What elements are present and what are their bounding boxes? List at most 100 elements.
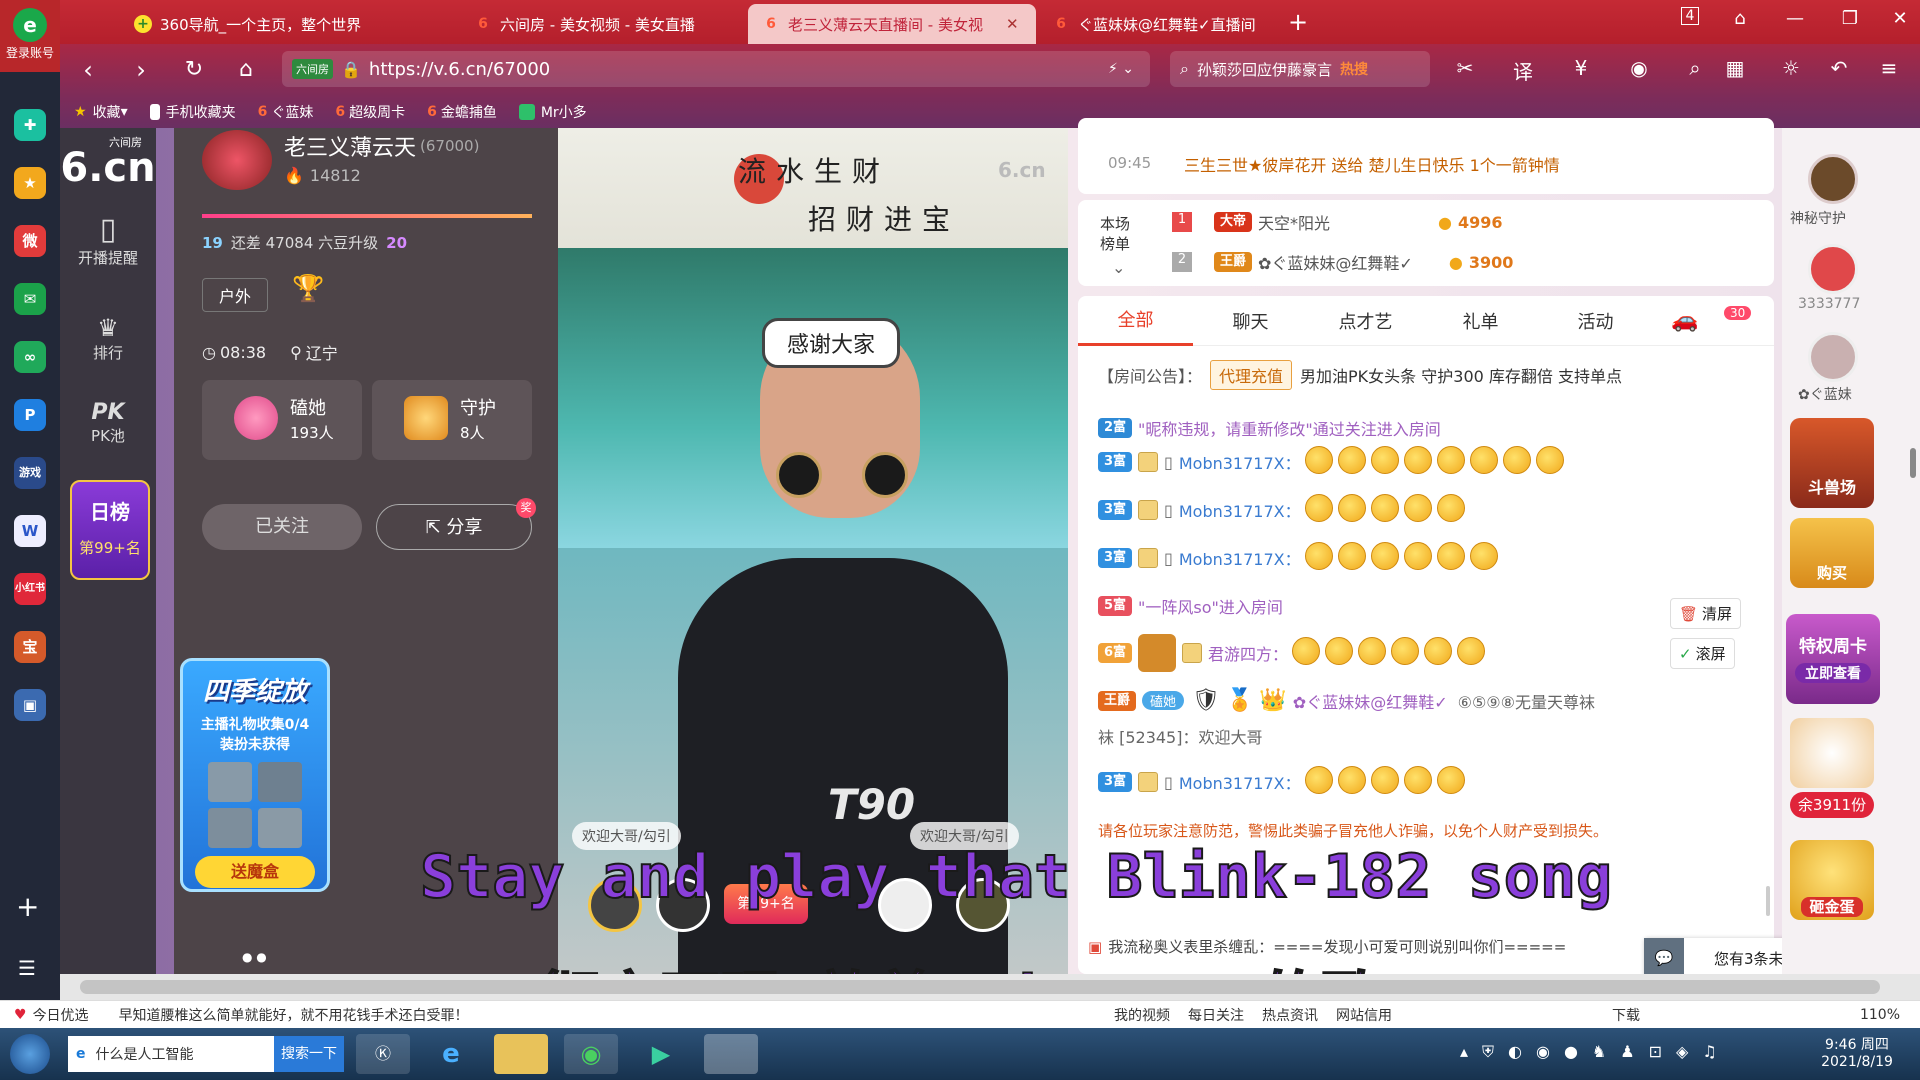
guard-avatar[interactable] (1808, 154, 1858, 204)
tab-talent[interactable]: 点才艺 (1308, 308, 1423, 334)
app-link-icon[interactable]: ∞ (0, 328, 60, 386)
refresh-icon[interactable]: ↻ (178, 54, 210, 86)
undo-icon[interactable]: ↶ (1824, 56, 1854, 80)
lucky-cat-icon[interactable] (1790, 718, 1874, 788)
message-user[interactable]: 君游四方： (1208, 641, 1288, 665)
360-browser-icon[interactable]: ◉ (564, 1034, 618, 1074)
site-logo[interactable]: 六间房 6.cn (60, 134, 156, 188)
tab-live-room[interactable]: 6 老三义薄云天直播间 - 美女视 ✕ (748, 4, 1036, 44)
close-window-icon[interactable]: ✕ (1880, 8, 1920, 29)
folder-icon[interactable] (494, 1034, 548, 1074)
nav-ranking[interactable]: ♛ 排行 (60, 314, 156, 363)
page-scrollbar[interactable] (1910, 448, 1916, 478)
nav-live-remind[interactable]: ▯ 开播提醒 (60, 212, 156, 268)
tab-chat[interactable]: 聊天 (1193, 308, 1308, 334)
promo-card[interactable]: 四季绽放 主播礼物收集0/4 装扮未获得 送魔盒 (180, 658, 330, 892)
url-field[interactable]: 六间房 🔒 https://v.6.cn/67000 ⚡ ⌄ (282, 51, 1150, 87)
app-game-icon[interactable]: 游戏 (0, 444, 60, 502)
translate-icon[interactable]: 译 (1508, 56, 1538, 85)
bookmark-favorites[interactable]: ★ 收藏 ▾ (74, 102, 128, 122)
more-menu-icon[interactable]: ≡ (1874, 56, 1904, 80)
apps-grid-icon[interactable]: ▦ (1720, 56, 1750, 80)
clear-screen-button[interactable]: 🗑 清屏 (1670, 598, 1742, 629)
restore-icon[interactable]: ❐ (1830, 8, 1870, 29)
scissors-icon[interactable]: ✂ (1450, 56, 1480, 80)
ie-taskbar-icon[interactable]: e (424, 1034, 478, 1074)
new-tab-icon[interactable]: + (1278, 8, 1318, 36)
board-row-2[interactable]: 2 王爵 ✿ぐ蓝妹妹@红舞鞋✓ ● 3900 (1172, 250, 1513, 274)
tab-activity[interactable]: 活动 (1538, 308, 1653, 334)
guard-card[interactable]: 守护 8人 (372, 380, 532, 460)
status-hot-news[interactable]: 热点资讯 (1262, 1005, 1318, 1025)
tray-icons[interactable]: ▴⛨◐◉●♞♟⊡◈♫ (1460, 1042, 1731, 1062)
menu-icon[interactable]: ☰ (18, 956, 36, 980)
golden-egg-entry[interactable]: 砸金蛋 (1790, 840, 1874, 920)
tab-6cn[interactable]: 6 六间房 - 美女视频 - 美女直播 (460, 4, 745, 44)
login-button[interactable]: e 登录账号 (0, 0, 60, 72)
tab-gift-list[interactable]: 礼单 (1423, 308, 1538, 334)
app-doc-icon[interactable]: W (0, 502, 60, 560)
home-icon[interactable]: ⌂ (230, 54, 262, 86)
message-user[interactable]: Mobn31717X： (1179, 498, 1301, 522)
daily-rank-badge[interactable]: 日榜 第99+名 (70, 480, 150, 580)
app-weibo-icon[interactable]: 微 (0, 212, 60, 270)
forward-icon[interactable]: › (125, 54, 157, 86)
taskbar-search[interactable]: e 什么是人工智能 (68, 1036, 274, 1072)
status-news[interactable]: 早知道腰椎这么简单就能好，就不用花钱手术还白受罪！ (119, 1005, 469, 1025)
promo-dots[interactable]: ● ● (242, 950, 267, 964)
add-app-icon[interactable]: + (16, 890, 39, 923)
tab-count[interactable]: 4 (1670, 7, 1710, 25)
message-user[interactable]: Mobn31717X： (1179, 770, 1301, 794)
status-download[interactable]: 下载 (1612, 1005, 1640, 1025)
app-mail-icon[interactable]: ✉ (0, 270, 60, 328)
privilege-card[interactable]: 特权周卡 立即查看 (1786, 614, 1880, 704)
minimize-icon[interactable]: — (1775, 8, 1815, 29)
url-dropdown-icon[interactable]: ⚡ ⌄ (1108, 61, 1134, 77)
app-star-icon[interactable]: ★ (0, 154, 60, 212)
clock[interactable]: 9:46 周四 2021/8/19 (1812, 1034, 1902, 1070)
notice-tag[interactable]: 代理充值 (1210, 360, 1293, 390)
bookmark-super-card[interactable]: 6 超级周卡 (335, 102, 405, 122)
bookmark-blue-sister[interactable]: 6 ぐ蓝妹 (258, 102, 314, 122)
app-treasure-icon[interactable]: 宝 (0, 618, 60, 676)
scroll-thumb[interactable] (80, 980, 1880, 994)
message-user[interactable]: Mobn31717X： (1179, 546, 1301, 570)
message-user[interactable]: ✿ぐ蓝妹妹@红舞鞋✓ (1293, 689, 1448, 713)
scroll-screen-button[interactable]: ✓ 滚屏 (1670, 638, 1735, 669)
k-app-icon[interactable]: Ⓚ (356, 1034, 410, 1074)
active-app-icon[interactable] (704, 1034, 758, 1074)
car-icon[interactable]: 🚗 (1671, 308, 1698, 333)
message-user[interactable]: Mobn31717X： (1179, 450, 1301, 474)
board-row-1[interactable]: 1 大帝 天空*阳光 ● 4996 (1172, 210, 1503, 234)
status-daily-follow[interactable]: 每日关注 (1188, 1005, 1244, 1025)
status-my-video[interactable]: 我的视频 (1114, 1005, 1170, 1025)
taskbar-search-button[interactable]: 搜索一下 (274, 1036, 344, 1072)
tab-all[interactable]: 全部 (1078, 296, 1193, 346)
shirt-icon[interactable]: ⌂ (1720, 8, 1760, 29)
bookmark-mobile[interactable]: 手机收藏夹 (149, 102, 236, 122)
fan-group-card[interactable]: 磕她 193人 (202, 380, 362, 460)
search-box[interactable]: ⌕ 孙颖莎回应伊藤豪言 热搜 (1170, 51, 1430, 87)
view-now-button[interactable]: 立即查看 (1795, 663, 1871, 683)
close-tab-icon[interactable]: ✕ (1006, 15, 1019, 33)
bookmark-fishing[interactable]: 6 金蟾捕鱼 (427, 102, 497, 122)
share-button[interactable]: ⇱ 分享 (376, 504, 532, 550)
chevron-down-icon[interactable]: ⌄ (1112, 258, 1125, 277)
nav-pk-pool[interactable]: PK PK池 (60, 400, 156, 446)
buy-entry[interactable]: 购买 (1790, 518, 1874, 588)
horizontal-scrollbar[interactable] (60, 974, 1920, 1000)
gamepad-icon[interactable]: ◉ (1624, 56, 1654, 80)
app-plus-icon[interactable]: ✚ (0, 96, 60, 154)
coupon-icon[interactable]: ¥ (1566, 56, 1596, 80)
guard-avatar[interactable] (1808, 332, 1858, 382)
anchor-avatar[interactable] (202, 130, 272, 190)
arena-entry[interactable]: 斗兽场 (1790, 418, 1874, 508)
start-button[interactable] (10, 1034, 50, 1074)
bookmark-mr-xiaoduo[interactable]: Mr小多 (518, 102, 587, 122)
app-photo-icon[interactable]: ▣ (0, 676, 60, 734)
video-player-icon[interactable]: ▶ (634, 1034, 688, 1074)
tab-360-nav[interactable]: + 360导航_一个主页，整个世界 (120, 4, 460, 44)
app-p-icon[interactable]: P (0, 386, 60, 444)
theme-icon[interactable]: ☼ (1776, 56, 1806, 80)
promo-button[interactable]: 送魔盒 (195, 856, 315, 888)
